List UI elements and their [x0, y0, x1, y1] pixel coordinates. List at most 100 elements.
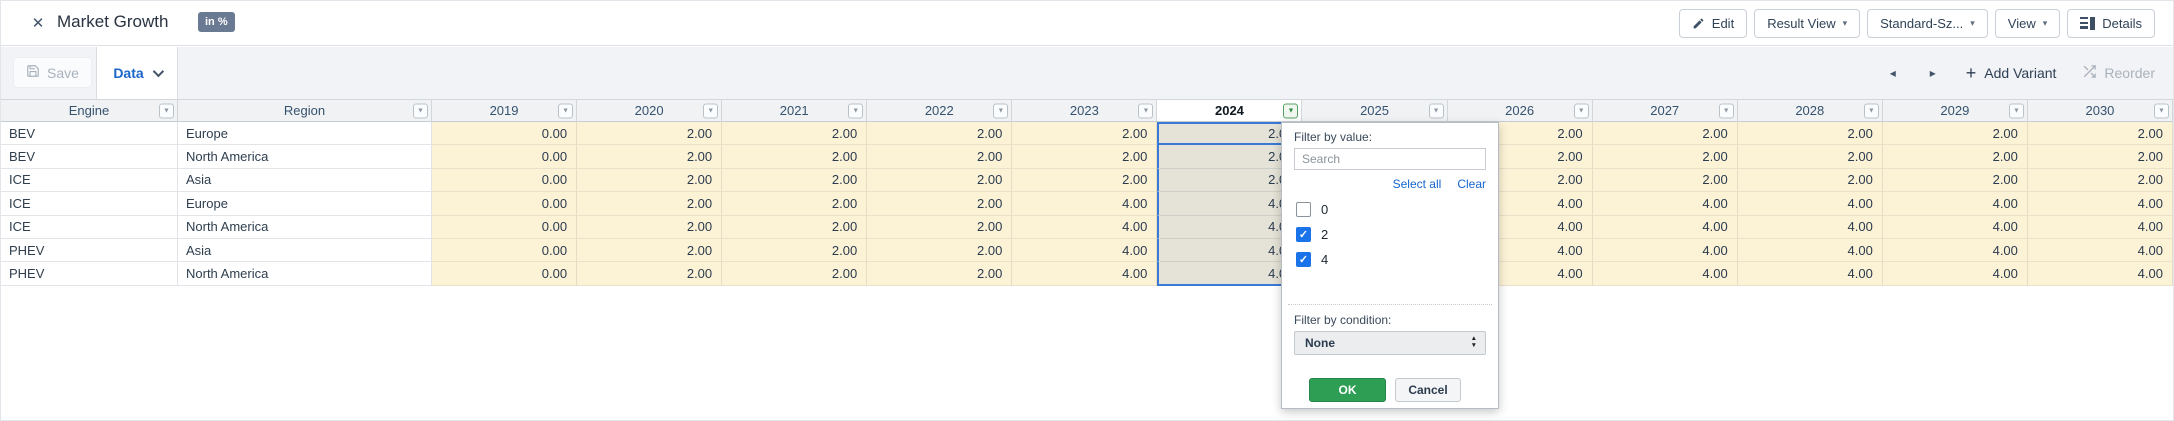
filter-icon[interactable]: ▼: [1138, 103, 1153, 118]
value-cell-2029[interactable]: 4.00: [1883, 262, 2028, 285]
engine-cell[interactable]: ICE: [1, 169, 178, 192]
value-cell-2020[interactable]: 2.00: [577, 122, 722, 145]
value-cell-2022[interactable]: 2.00: [867, 122, 1012, 145]
value-cell-2028[interactable]: 4.00: [1738, 216, 1883, 239]
value-cell-2023[interactable]: 2.00: [1012, 169, 1157, 192]
value-cell-2020[interactable]: 2.00: [577, 216, 722, 239]
region-cell[interactable]: North America: [178, 145, 432, 168]
value-cell-2022[interactable]: 2.00: [867, 262, 1012, 285]
add-variant-button[interactable]: + Add Variant: [1966, 64, 2057, 82]
cancel-button[interactable]: Cancel: [1395, 378, 1461, 402]
region-cell[interactable]: Asia: [178, 239, 432, 262]
value-cell-2027[interactable]: 2.00: [1593, 145, 1738, 168]
clear-link[interactable]: Clear: [1457, 177, 1486, 191]
result-view-button[interactable]: Result View ▾: [1754, 9, 1860, 38]
value-cell-2020[interactable]: 2.00: [577, 192, 722, 215]
value-cell-2020[interactable]: 2.00: [577, 145, 722, 168]
column-header-2022[interactable]: 2022▼: [867, 100, 1012, 122]
value-cell-2030[interactable]: 2.00: [2028, 122, 2173, 145]
value-cell-2019[interactable]: 0.00: [432, 192, 577, 215]
column-header-2030[interactable]: 2030▼: [2028, 100, 2173, 122]
value-cell-2029[interactable]: 4.00: [1883, 239, 2028, 262]
value-cell-2029[interactable]: 2.00: [1883, 122, 2028, 145]
value-cell-2030[interactable]: 4.00: [2028, 192, 2173, 215]
details-button[interactable]: Details: [2067, 9, 2155, 38]
checkbox-unchecked-icon[interactable]: [1296, 202, 1311, 217]
value-cell-2019[interactable]: 0.00: [432, 145, 577, 168]
save-button[interactable]: Save: [13, 57, 92, 88]
filter-icon[interactable]: ▼: [413, 103, 428, 118]
region-cell[interactable]: Asia: [178, 169, 432, 192]
filter-option[interactable]: 0: [1296, 197, 1488, 222]
value-cell-2021[interactable]: 2.00: [722, 239, 867, 262]
filter-icon[interactable]: ▼: [1864, 103, 1879, 118]
value-cell-2027[interactable]: 4.00: [1593, 262, 1738, 285]
reorder-button[interactable]: Reorder: [2082, 64, 2155, 82]
checkbox-checked-icon[interactable]: ✓: [1296, 252, 1311, 267]
column-header-2021[interactable]: 2021▼: [722, 100, 867, 122]
engine-cell[interactable]: PHEV: [1, 239, 178, 262]
view-button[interactable]: View ▾: [1995, 9, 2060, 38]
edit-button[interactable]: Edit: [1679, 9, 1747, 38]
filter-icon[interactable]: ▼: [159, 103, 174, 118]
value-cell-2027[interactable]: 2.00: [1593, 169, 1738, 192]
filter-option[interactable]: ✓4: [1296, 247, 1488, 272]
value-cell-2021[interactable]: 2.00: [722, 192, 867, 215]
value-cell-2028[interactable]: 4.00: [1738, 239, 1883, 262]
value-cell-2023[interactable]: 4.00: [1012, 239, 1157, 262]
engine-cell[interactable]: BEV: [1, 145, 178, 168]
previous-variant-icon[interactable]: ◂: [1886, 62, 1900, 84]
value-cell-2030[interactable]: 2.00: [2028, 169, 2173, 192]
value-cell-2028[interactable]: 2.00: [1738, 169, 1883, 192]
select-all-link[interactable]: Select all: [1393, 177, 1442, 191]
value-cell-2019[interactable]: 0.00: [432, 169, 577, 192]
engine-cell[interactable]: ICE: [1, 192, 178, 215]
column-header-region[interactable]: Region▼: [178, 100, 432, 122]
value-cell-2028[interactable]: 4.00: [1738, 262, 1883, 285]
value-cell-2021[interactable]: 2.00: [722, 262, 867, 285]
value-cell-2023[interactable]: 4.00: [1012, 216, 1157, 239]
column-header-2023[interactable]: 2023▼: [1012, 100, 1157, 122]
condition-select[interactable]: None ▲▼: [1294, 331, 1486, 355]
ok-button[interactable]: OK: [1309, 378, 1386, 402]
value-cell-2029[interactable]: 2.00: [1883, 169, 2028, 192]
value-cell-2023[interactable]: 2.00: [1012, 122, 1157, 145]
value-cell-2030[interactable]: 4.00: [2028, 262, 2173, 285]
value-cell-2022[interactable]: 2.00: [867, 192, 1012, 215]
value-cell-2019[interactable]: 0.00: [432, 239, 577, 262]
value-cell-2020[interactable]: 2.00: [577, 169, 722, 192]
value-cell-2022[interactable]: 2.00: [867, 239, 1012, 262]
engine-cell[interactable]: ICE: [1, 216, 178, 239]
close-icon[interactable]: ✕: [28, 13, 48, 33]
filter-icon[interactable]: ▼: [1429, 103, 1444, 118]
value-cell-2027[interactable]: 4.00: [1593, 216, 1738, 239]
size-preset-button[interactable]: Standard-Sz... ▾: [1867, 9, 1988, 38]
value-cell-2028[interactable]: 2.00: [1738, 145, 1883, 168]
value-cell-2028[interactable]: 2.00: [1738, 122, 1883, 145]
engine-cell[interactable]: BEV: [1, 122, 178, 145]
data-tab[interactable]: Data: [96, 47, 178, 99]
value-cell-2023[interactable]: 4.00: [1012, 192, 1157, 215]
column-header-2019[interactable]: 2019▼: [432, 100, 577, 122]
region-cell[interactable]: Europe: [178, 122, 432, 145]
value-cell-2019[interactable]: 0.00: [432, 122, 577, 145]
value-cell-2020[interactable]: 2.00: [577, 239, 722, 262]
value-cell-2021[interactable]: 2.00: [722, 145, 867, 168]
value-cell-2029[interactable]: 4.00: [1883, 192, 2028, 215]
value-cell-2022[interactable]: 2.00: [867, 145, 1012, 168]
filter-icon[interactable]: ▼: [848, 103, 863, 118]
value-cell-2027[interactable]: 4.00: [1593, 239, 1738, 262]
filter-search-input[interactable]: [1294, 148, 1486, 170]
value-cell-2022[interactable]: 2.00: [867, 169, 1012, 192]
value-cell-2028[interactable]: 4.00: [1738, 192, 1883, 215]
value-cell-2027[interactable]: 2.00: [1593, 122, 1738, 145]
filter-icon[interactable]: ▼: [558, 103, 573, 118]
region-cell[interactable]: North America: [178, 216, 432, 239]
value-cell-2029[interactable]: 4.00: [1883, 216, 2028, 239]
value-cell-2021[interactable]: 2.00: [722, 216, 867, 239]
checkbox-checked-icon[interactable]: ✓: [1296, 227, 1311, 242]
filter-icon[interactable]: ▼: [993, 103, 1008, 118]
value-cell-2020[interactable]: 2.00: [577, 262, 722, 285]
column-header-2025[interactable]: 2025▼: [1302, 100, 1447, 122]
column-header-2026[interactable]: 2026▼: [1448, 100, 1593, 122]
